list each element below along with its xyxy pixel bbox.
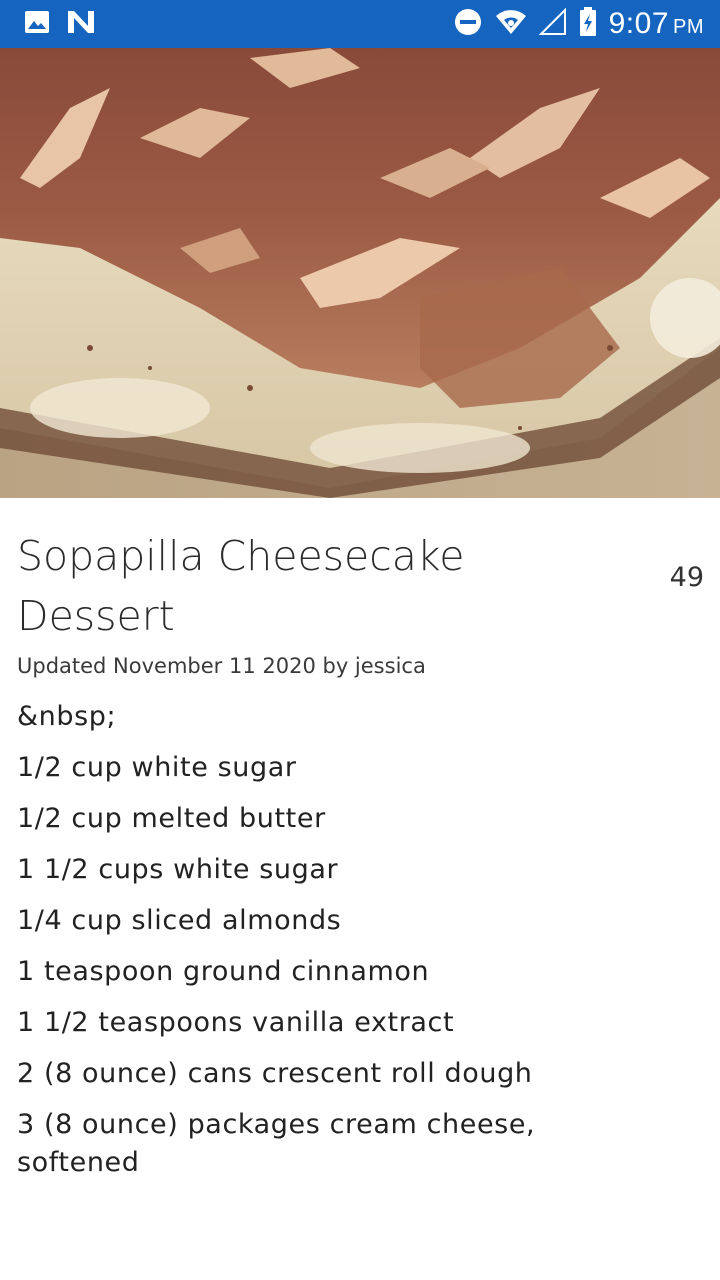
clock-ampm: PM [673, 16, 704, 38]
clock: 9:07 PM [609, 7, 704, 41]
signal-icon [538, 7, 567, 40]
n-icon [66, 9, 96, 39]
image-icon [24, 10, 50, 38]
status-bar: 9:07 PM [0, 0, 720, 48]
do-not-disturb-icon [453, 7, 483, 41]
battery-charging-icon [579, 7, 597, 41]
wifi-icon [495, 8, 527, 40]
recipe-details: Sopapilla Cheesecake Dessert 49 Updated … [0, 498, 720, 1280]
ingredient-item: 1 1/2 teaspoons vanilla extract [17, 1007, 455, 1038]
updated-byline: Updated November 11 2020 by jessica [17, 654, 426, 678]
ingredient-item: 1 teaspoon ground cinnamon [17, 956, 430, 987]
ingredient-list: &nbsp; 1/2 cup white sugar 1/2 cup melte… [17, 698, 657, 1195]
ingredient-item: 2 (8 ounce) cans crescent roll dough [17, 1058, 533, 1089]
ingredient-item: 1 1/2 cups white sugar [17, 854, 339, 885]
ingredient-item: 1/2 cup white sugar [17, 752, 297, 783]
ingredient-item: 1/2 cup melted butter [17, 803, 326, 834]
ingredient-item: 3 (8 ounce) packages cream cheese, softe… [17, 1109, 536, 1178]
ingredient-item: 1/4 cup sliced almonds [17, 905, 342, 936]
recipe-photo[interactable] [0, 48, 720, 498]
recipe-title: Sopapilla Cheesecake Dessert [17, 532, 465, 640]
clock-time: 9:07 [608, 7, 669, 40]
ingredient-item: &nbsp; [17, 701, 117, 732]
rating-count[interactable]: 49 [670, 562, 704, 593]
